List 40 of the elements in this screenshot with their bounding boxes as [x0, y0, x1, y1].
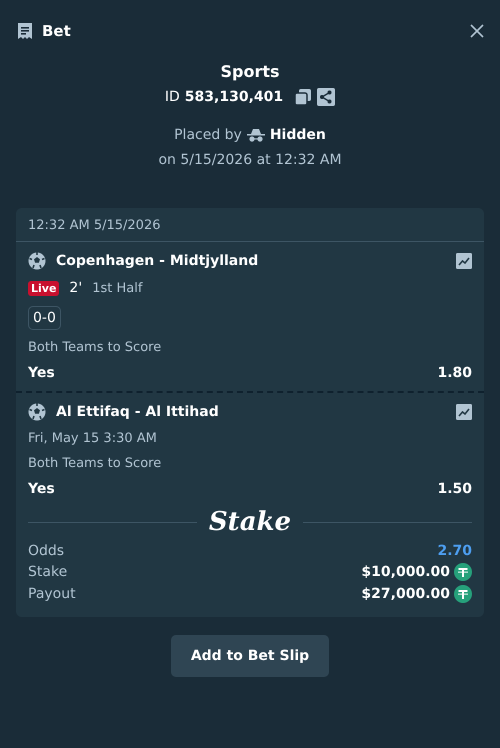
bet-id-label: ID	[164, 89, 180, 105]
total-value: $10,000.00	[361, 564, 450, 580]
live-badge: Live	[28, 280, 60, 296]
stats-chart-icon[interactable]	[456, 253, 472, 269]
match-period: 1st Half	[92, 280, 142, 296]
soccer-ball-icon	[28, 252, 46, 270]
total-label: Payout	[28, 586, 76, 602]
tether-coin-icon	[454, 563, 472, 581]
placed-by-label: Placed by	[174, 127, 242, 143]
stake-logo: Stake	[208, 507, 292, 537]
category-title: Sports	[220, 62, 280, 81]
match-minute: 2'	[69, 280, 82, 296]
stats-chart-icon[interactable]	[456, 404, 472, 420]
copy-icon[interactable]	[294, 88, 312, 106]
score-badge: 0-0	[28, 306, 61, 330]
add-to-bet-slip-button[interactable]: Add to Bet Slip	[170, 635, 330, 677]
placed-by-user: Hidden	[270, 127, 326, 143]
total-value: 2.70	[437, 543, 472, 559]
total-value: $27,000.00	[361, 586, 450, 602]
market-name: Both Teams to Score	[28, 340, 162, 355]
placed-date: on 5/15/2026 at 12:32 AM	[158, 152, 342, 168]
event-name[interactable]: Copenhagen - Midtjylland	[56, 253, 446, 269]
start-time: Fri, May 15 3:30 AM	[28, 431, 158, 446]
bet-id: 583,130,401	[184, 89, 284, 105]
modal-title: Bet	[42, 22, 71, 40]
incognito-icon	[246, 128, 265, 142]
event-name[interactable]: Al Ettifaq - Al Ittihad	[56, 404, 446, 420]
leg-odds: 1.80	[437, 365, 472, 381]
leg-odds: 1.50	[437, 481, 472, 497]
market-name: Both Teams to Score	[28, 456, 162, 471]
bet-timestamp: 12:32 AM 5/15/2026	[28, 218, 160, 233]
tether-coin-icon	[454, 585, 472, 603]
outcome: Yes	[28, 481, 55, 497]
soccer-ball-icon	[28, 403, 46, 421]
total-label: Odds	[28, 543, 64, 559]
receipt-icon	[16, 22, 34, 40]
total-label: Stake	[28, 564, 68, 580]
close-icon[interactable]	[470, 24, 484, 38]
outcome: Yes	[28, 365, 55, 381]
share-icon[interactable]	[317, 88, 336, 106]
